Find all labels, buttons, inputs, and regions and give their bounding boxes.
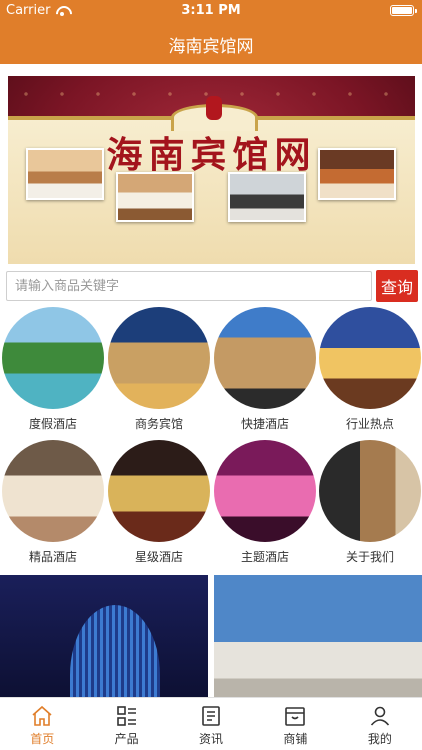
category-industry-news[interactable]: 行业热点 xyxy=(318,307,422,432)
tab-profile[interactable]: 我的 xyxy=(338,698,422,750)
category-resort-hotel[interactable]: 度假酒店 xyxy=(1,307,105,432)
category-label: 关于我们 xyxy=(345,550,394,564)
category-label: 行业热点 xyxy=(345,417,394,431)
category-label: 主题酒店 xyxy=(240,550,289,564)
tab-news[interactable]: 资讯 xyxy=(169,698,253,750)
banner-photo-dining-room xyxy=(318,148,396,200)
navigation-bar: Carrier 3:11 PM 海南宾馆网 xyxy=(0,0,422,64)
banner-photo-twin-room xyxy=(116,172,194,222)
grid-list-icon xyxy=(116,706,136,726)
store-icon xyxy=(285,707,306,726)
category-express-hotel[interactable]: 快捷酒店 xyxy=(213,307,317,432)
category-image xyxy=(319,307,421,409)
home-icon xyxy=(32,705,52,726)
search-button[interactable]: 查询 xyxy=(376,270,418,302)
category-business-hotel[interactable]: 商务宾馆 xyxy=(107,307,211,432)
featured-thumbnail-resort[interactable] xyxy=(214,575,422,697)
category-label: 精品酒店 xyxy=(28,550,77,564)
category-image xyxy=(319,440,421,542)
category-image xyxy=(108,440,210,542)
featured-thumbnail-tower[interactable] xyxy=(0,575,208,697)
category-label: 商务宾馆 xyxy=(134,417,183,431)
category-image xyxy=(2,440,104,542)
page-title: 海南宾馆网 xyxy=(168,37,254,57)
category-image xyxy=(108,307,210,409)
hero-banner[interactable]: 海南宾馆网 xyxy=(8,76,415,264)
category-image xyxy=(214,307,316,409)
tab-products[interactable]: 产品 xyxy=(84,698,168,750)
tab-home[interactable]: 首页 xyxy=(0,698,84,750)
tab-label: 资讯 xyxy=(199,732,224,746)
category-theme-hotel[interactable]: 主题酒店 xyxy=(213,440,317,565)
category-about-us[interactable]: 关于我们 xyxy=(318,440,422,565)
search-input[interactable] xyxy=(6,271,372,301)
news-icon xyxy=(202,706,220,726)
category-label: 度假酒店 xyxy=(28,417,77,431)
tab-store[interactable]: 商铺 xyxy=(253,698,337,750)
tab-label: 我的 xyxy=(367,732,392,746)
banner-photo-meeting-room xyxy=(228,172,306,222)
category-label: 快捷酒店 xyxy=(240,417,289,431)
category-star-hotel[interactable]: 星级酒店 xyxy=(107,440,211,565)
category-label: 星级酒店 xyxy=(134,550,183,564)
tab-label: 产品 xyxy=(114,732,139,746)
category-boutique-hotel[interactable]: 精品酒店 xyxy=(1,440,105,565)
category-image xyxy=(214,440,316,542)
tab-bar: 首页 产品 资讯 商铺 我的 xyxy=(0,697,422,750)
tab-label: 商铺 xyxy=(283,732,308,746)
battery-icon xyxy=(390,5,417,16)
banner-photo-bedroom xyxy=(26,148,104,200)
user-icon xyxy=(370,706,389,726)
category-image xyxy=(2,307,104,409)
tab-label: 首页 xyxy=(30,732,55,746)
status-bar: Carrier 3:11 PM xyxy=(0,0,422,22)
seal-logo-icon xyxy=(206,96,222,120)
status-time: 3:11 PM xyxy=(181,3,241,18)
